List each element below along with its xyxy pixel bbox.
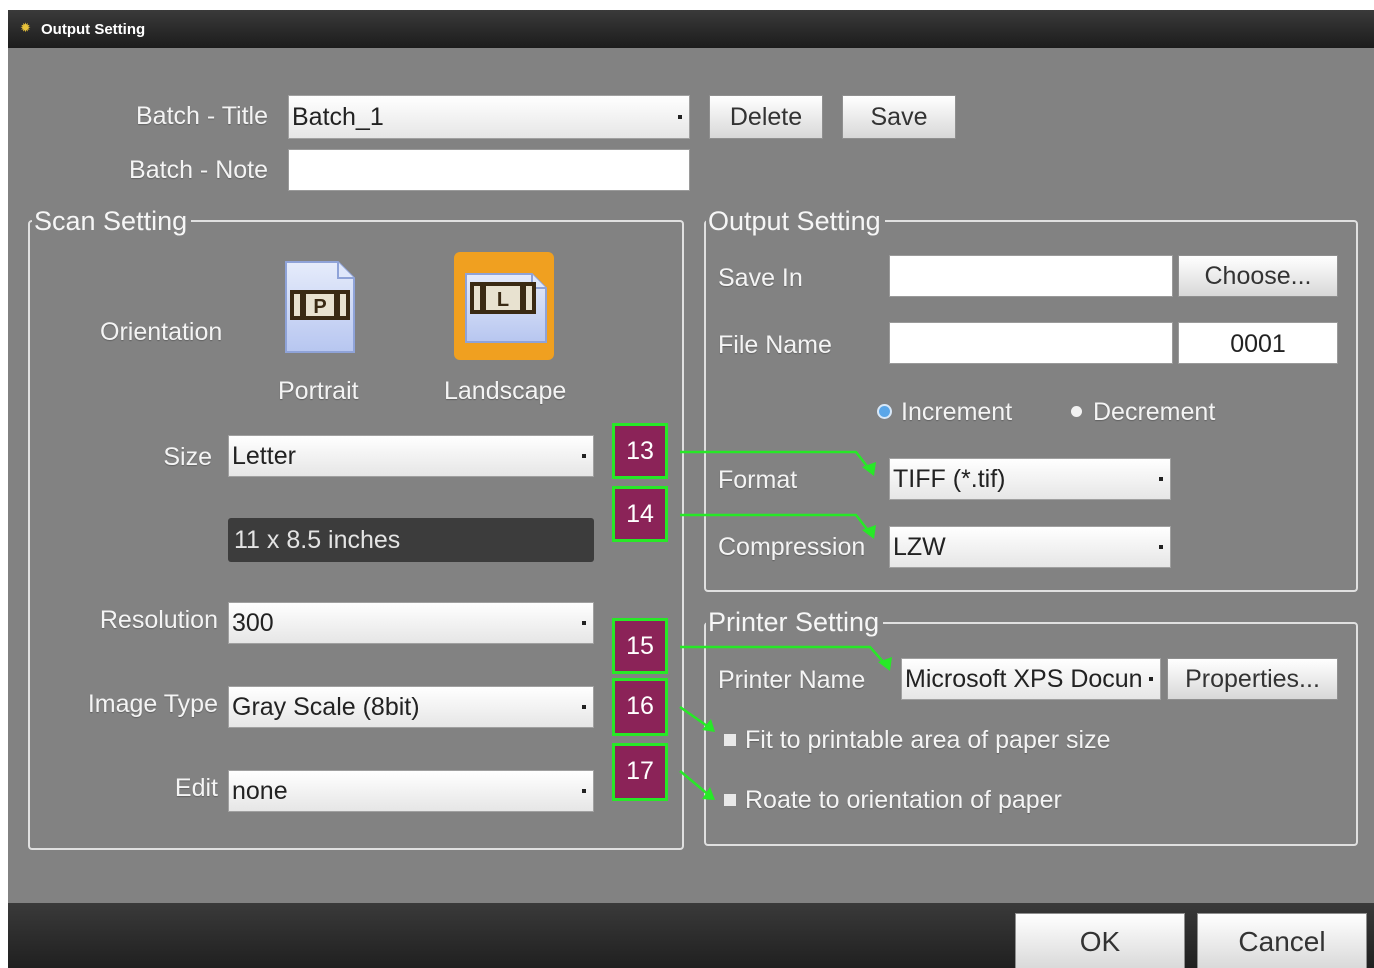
- image-type-value: Gray Scale (8bit): [232, 693, 420, 721]
- portrait-glyph: P: [313, 296, 326, 318]
- rotate-orientation-checkbox[interactable]: [724, 794, 736, 806]
- fit-to-printable-checkbox[interactable]: [724, 734, 736, 746]
- output-setting-window: ✹ Output Setting Batch - Title Batch_1 D…: [8, 10, 1374, 968]
- size-label: Size: [163, 443, 212, 471]
- printer-name-combobox[interactable]: Microsoft XPS Docun: [901, 658, 1161, 700]
- resolution-value: 300: [232, 609, 274, 637]
- printer-name-label: Printer Name: [718, 666, 866, 694]
- format-label: Format: [718, 466, 798, 494]
- callout-marker-15: 15: [612, 618, 668, 674]
- delete-button[interactable]: Delete: [709, 95, 823, 139]
- size-dimensions-display: 11 x 8.5 inches: [228, 518, 594, 562]
- increment-label: Increment: [901, 398, 1013, 426]
- landscape-glyph: L: [497, 289, 509, 311]
- orientation-label: Orientation: [100, 318, 223, 346]
- dropdown-arrow-icon: [582, 789, 586, 793]
- batch-title-value: Batch_1: [292, 103, 384, 131]
- dropdown-arrow-icon: [678, 115, 682, 119]
- portrait-label: Portrait: [278, 377, 359, 405]
- edit-label: Edit: [174, 774, 218, 802]
- dropdown-arrow-icon: [1159, 545, 1163, 549]
- save-button[interactable]: Save: [842, 95, 956, 139]
- dropdown-arrow-icon: [582, 621, 586, 625]
- portrait-page-icon: P: [285, 261, 355, 353]
- batch-title-combobox[interactable]: Batch_1: [288, 95, 690, 139]
- image-type-label: Image Type: [87, 690, 218, 718]
- compression-label: Compression: [718, 533, 866, 561]
- app-gear-icon: ✹: [20, 20, 31, 35]
- dropdown-arrow-icon: [1149, 677, 1153, 681]
- scan-setting-group-label: Scan Setting: [32, 206, 192, 237]
- compression-combobox[interactable]: LZW: [889, 526, 1171, 568]
- landscape-label: Landscape: [444, 377, 567, 405]
- edit-value: none: [232, 777, 288, 805]
- printer-name-value: Microsoft XPS Docun: [905, 665, 1143, 693]
- decrement-radio[interactable]: [1071, 406, 1082, 417]
- callout-marker-16: 16: [612, 678, 668, 736]
- size-value: Letter: [232, 442, 296, 470]
- resolution-label: Resolution: [99, 606, 218, 634]
- dropdown-arrow-icon: [1159, 477, 1163, 481]
- output-setting-group-label: Output Setting: [706, 206, 885, 237]
- dropdown-arrow-icon: [582, 705, 586, 709]
- cancel-button[interactable]: Cancel: [1197, 913, 1367, 968]
- properties-button[interactable]: Properties...: [1167, 658, 1338, 700]
- format-value: TIFF (*.tif): [893, 465, 1006, 493]
- portrait-orientation-button[interactable]: P: [282, 258, 358, 356]
- title-bar: ✹ Output Setting: [8, 10, 1374, 48]
- image-type-combobox[interactable]: Gray Scale (8bit): [228, 686, 594, 728]
- fit-to-printable-label: Fit to printable area of paper size: [745, 726, 1111, 754]
- edit-combobox[interactable]: none: [228, 770, 594, 812]
- batch-note-label: Batch - Note: [129, 156, 268, 184]
- dropdown-arrow-icon: [582, 454, 586, 458]
- rotate-orientation-label: Roate to orientation of paper: [745, 786, 1062, 814]
- printer-setting-group-label: Printer Setting: [706, 607, 884, 638]
- file-name-label: File Name: [718, 331, 832, 359]
- format-combobox[interactable]: TIFF (*.tif): [889, 458, 1171, 500]
- file-name-input[interactable]: [889, 322, 1173, 364]
- callout-marker-13: 13: [612, 423, 668, 479]
- decrement-label: Decrement: [1093, 398, 1216, 426]
- resolution-combobox[interactable]: 300: [228, 602, 594, 644]
- increment-radio[interactable]: [879, 406, 890, 417]
- batch-note-input[interactable]: [288, 149, 690, 191]
- compression-value: LZW: [893, 533, 946, 561]
- dialog-footer: OK Cancel: [8, 903, 1374, 968]
- landscape-page-icon: L: [465, 273, 547, 343]
- callout-marker-17: 17: [612, 743, 668, 801]
- save-in-label: Save In: [718, 264, 803, 292]
- save-in-input[interactable]: [889, 255, 1173, 297]
- size-combobox[interactable]: Letter: [228, 435, 594, 477]
- ok-button[interactable]: OK: [1015, 913, 1185, 968]
- window-title: Output Setting: [41, 21, 146, 38]
- batch-title-label: Batch - Title: [136, 102, 268, 130]
- file-counter-input[interactable]: 0001: [1178, 322, 1338, 364]
- callout-marker-14: 14: [612, 486, 668, 542]
- landscape-orientation-button[interactable]: L: [454, 252, 554, 360]
- choose-button[interactable]: Choose...: [1178, 255, 1338, 297]
